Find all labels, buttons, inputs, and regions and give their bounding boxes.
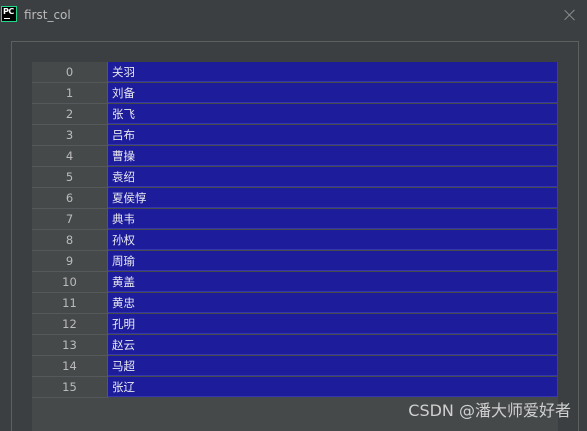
table-row[interactable]: 8 孙权 (32, 230, 558, 251)
table-row[interactable]: 2 张飞 (32, 104, 558, 125)
row-index-cell[interactable]: 15 (32, 377, 108, 398)
row-index-cell[interactable]: 0 (32, 62, 108, 83)
row-value-cell[interactable]: 孔明 (108, 314, 557, 334)
table-row[interactable]: 1 刘备 (32, 83, 558, 104)
row-value-cell[interactable]: 张飞 (108, 104, 557, 124)
row-index-cell[interactable]: 13 (32, 335, 108, 356)
row-index-cell[interactable]: 2 (32, 104, 108, 125)
table-row[interactable]: 14 马超 (32, 356, 558, 377)
row-value-cell[interactable]: 夏侯惇 (108, 188, 557, 208)
row-value-cell[interactable]: 赵云 (108, 335, 557, 355)
table-row[interactable]: 7 典韦 (32, 209, 558, 230)
row-index-cell[interactable]: 1 (32, 83, 108, 104)
table-row[interactable]: 15 张辽 (32, 377, 558, 398)
table-row[interactable]: 4 曹操 (32, 146, 558, 167)
table-row[interactable]: 3 吕布 (32, 125, 558, 146)
table-row[interactable]: 5 袁绍 (32, 167, 558, 188)
row-index-cell[interactable]: 14 (32, 356, 108, 377)
row-value-cell[interactable]: 曹操 (108, 146, 557, 166)
row-index-cell[interactable]: 7 (32, 209, 108, 230)
watermark: CSDN @潘大师爱好者 (408, 401, 571, 420)
row-index-cell[interactable]: 12 (32, 314, 108, 335)
row-index-cell[interactable]: 4 (32, 146, 108, 167)
table-row[interactable]: 10 黄盖 (32, 272, 558, 293)
data-table[interactable]: 0 关羽 1 刘备 2 张飞 3 吕布 4 曹操 5 袁绍 6 夏侯惇 7 典韦 8 孙权 9 周瑜 10 黄盖 11 黄忠 1… (32, 62, 558, 431)
row-value-cell[interactable]: 黄忠 (108, 293, 557, 313)
app-window: PC first_col 0 关羽 1 刘备 2 张飞 3 吕布 4 曹操 5 袁绍 6 夏侯惇 7 典韦 8 孙… (0, 0, 587, 431)
row-index-cell[interactable]: 8 (32, 230, 108, 251)
row-value-cell[interactable]: 张辽 (108, 377, 557, 397)
table-row[interactable]: 0 关羽 (32, 62, 558, 83)
window-title: first_col (24, 8, 71, 22)
table-row[interactable]: 9 周瑜 (32, 251, 558, 272)
table-row[interactable]: 6 夏侯惇 (32, 188, 558, 209)
row-index-cell[interactable]: 10 (32, 272, 108, 293)
row-index-cell[interactable]: 9 (32, 251, 108, 272)
row-index-cell[interactable]: 5 (32, 167, 108, 188)
row-value-cell[interactable]: 吕布 (108, 125, 557, 145)
row-value-cell[interactable]: 典韦 (108, 209, 557, 229)
row-value-cell[interactable]: 关羽 (108, 62, 557, 82)
app-icon-text: PC (3, 7, 14, 16)
table-row[interactable]: 13 赵云 (32, 335, 558, 356)
row-index-cell[interactable]: 11 (32, 293, 108, 314)
row-index-cell[interactable]: 6 (32, 188, 108, 209)
row-index-cell[interactable]: 3 (32, 125, 108, 146)
table-row[interactable]: 12 孔明 (32, 314, 558, 335)
row-value-cell[interactable]: 刘备 (108, 83, 557, 103)
pycharm-icon: PC (1, 6, 17, 22)
close-icon[interactable] (563, 8, 577, 22)
title-bar: PC first_col (0, 0, 587, 32)
row-value-cell[interactable]: 孙权 (108, 230, 557, 250)
row-value-cell[interactable]: 黄盖 (108, 272, 557, 292)
row-value-cell[interactable]: 马超 (108, 356, 557, 376)
table-row[interactable]: 11 黄忠 (32, 293, 558, 314)
row-value-cell[interactable]: 袁绍 (108, 167, 557, 187)
row-value-cell[interactable]: 周瑜 (108, 251, 557, 271)
